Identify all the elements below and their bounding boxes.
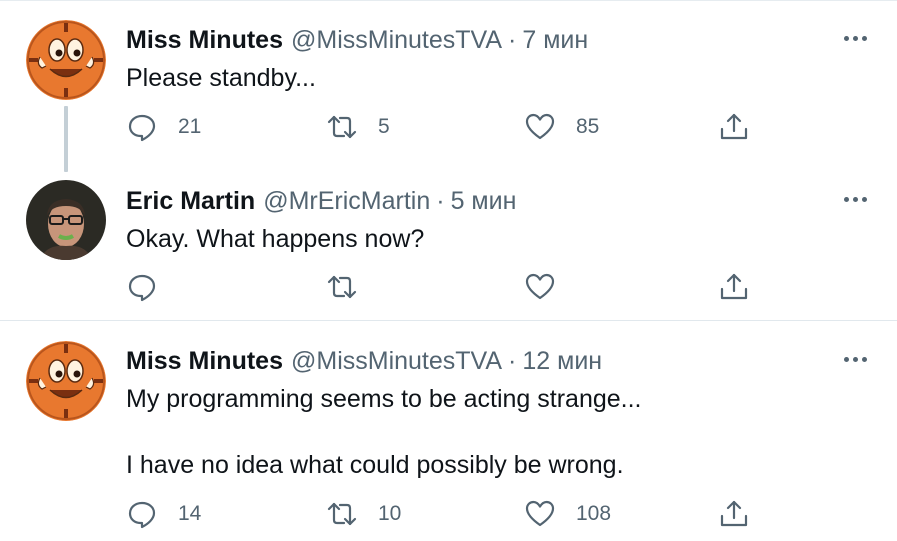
reply-button[interactable]: 21	[126, 111, 201, 143]
retweet-button[interactable]: 10	[326, 498, 401, 530]
avatar[interactable]	[26, 180, 106, 260]
like-count: 108	[576, 502, 612, 525]
like-button[interactable]: 85	[524, 111, 599, 143]
timestamp[interactable]: 7 мин	[522, 25, 588, 55]
tweet-feed: Miss Minutes @MissMinutesTVA · 7 мин Ple…	[0, 0, 897, 541]
separator: ·	[436, 187, 445, 215]
share-icon	[720, 500, 748, 527]
like-count: 85	[576, 115, 600, 138]
tweet[interactable]: Miss Minutes @MissMinutesTVA · 7 мин Ple…	[0, 0, 897, 172]
tweet-text: Okay. What happens now?	[126, 225, 425, 253]
tweet-header: Miss Minutes @MissMinutesTVA · 7 мин	[126, 25, 588, 55]
more-icon[interactable]	[844, 36, 867, 41]
retweet-count: 5	[378, 115, 390, 138]
share-button[interactable]	[718, 498, 750, 530]
retweet-icon	[327, 115, 357, 139]
heart-icon	[525, 273, 555, 300]
share-button[interactable]	[718, 111, 750, 143]
timestamp[interactable]: 5 мин	[451, 186, 517, 216]
more-icon[interactable]	[844, 357, 867, 362]
reply-button[interactable]	[126, 271, 158, 303]
user-photo-avatar-icon	[26, 180, 106, 260]
tweet-actions	[126, 271, 776, 303]
share-icon	[720, 113, 748, 140]
separator: ·	[508, 26, 517, 54]
reply-count: 14	[178, 502, 202, 525]
miss-minutes-avatar-icon	[26, 341, 106, 421]
tweet-header: Eric Martin @MrEricMartin · 5 мин	[126, 186, 516, 216]
retweet-icon	[327, 502, 357, 526]
author-handle[interactable]: @MrEricMartin	[263, 186, 430, 216]
like-button[interactable]: 108	[524, 498, 611, 530]
tweet-text: Please standby...	[126, 64, 316, 92]
separator: ·	[508, 347, 517, 375]
author-name[interactable]: Miss Minutes	[126, 25, 283, 55]
more-icon[interactable]	[844, 197, 867, 202]
share-icon	[720, 273, 748, 300]
timestamp[interactable]: 12 мин	[522, 346, 602, 376]
tweet-text: My programming seems to be acting strang…	[126, 385, 642, 479]
heart-icon	[525, 500, 555, 527]
avatar[interactable]	[26, 20, 106, 100]
author-handle[interactable]: @MissMinutesTVA	[291, 25, 502, 55]
heart-icon	[525, 113, 555, 140]
miss-minutes-avatar-icon	[26, 20, 106, 100]
author-name[interactable]: Miss Minutes	[126, 346, 283, 376]
avatar[interactable]	[26, 341, 106, 421]
like-button[interactable]	[524, 271, 556, 303]
tweet-actions: 14 10 108	[126, 498, 776, 530]
tweet-actions: 21 5 85	[126, 111, 776, 143]
reply-icon	[128, 274, 156, 302]
retweet-count: 10	[378, 502, 402, 525]
reply-count: 21	[178, 115, 202, 138]
author-handle[interactable]: @MissMinutesTVA	[291, 346, 502, 376]
reply-icon	[128, 114, 156, 142]
tweet[interactable]: Miss Minutes @MissMinutesTVA · 12 мин My…	[0, 321, 897, 541]
retweet-button[interactable]	[326, 271, 358, 303]
tweet[interactable]: Eric Martin @MrEricMartin · 5 мин Okay. …	[0, 161, 897, 321]
share-button[interactable]	[718, 271, 750, 303]
author-name[interactable]: Eric Martin	[126, 186, 255, 216]
reply-icon	[128, 501, 156, 529]
retweet-button[interactable]: 5	[326, 111, 390, 143]
reply-button[interactable]: 14	[126, 498, 201, 530]
retweet-icon	[327, 275, 357, 299]
tweet-header: Miss Minutes @MissMinutesTVA · 12 мин	[126, 346, 602, 376]
